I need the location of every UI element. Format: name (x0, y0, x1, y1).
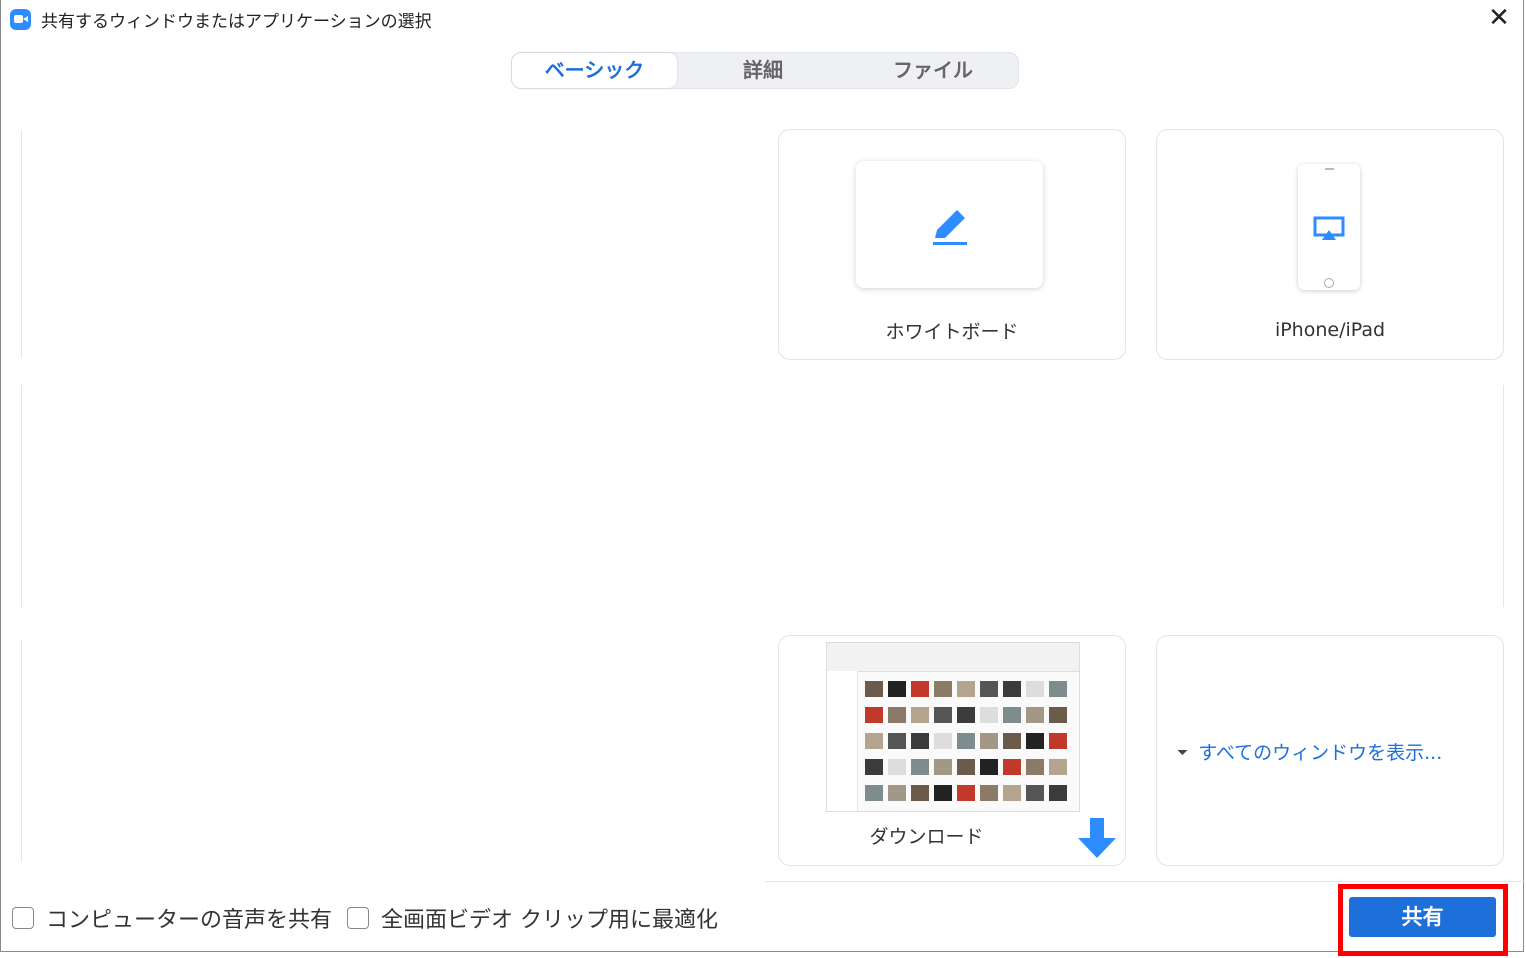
share-audio-checkbox[interactable] (12, 907, 34, 929)
tab-basic[interactable]: ベーシック (512, 53, 677, 88)
show-all-label: すべてのウィンドウを表示... (1198, 742, 1443, 764)
file-thumbnail (1049, 785, 1067, 801)
title-bar: 共有するウィンドウまたはアプリケーションの選択 ✕ (1, 0, 1525, 36)
file-thumbnail (1049, 681, 1067, 697)
file-thumbnail (957, 733, 975, 749)
arrow-down-icon (1078, 818, 1116, 858)
window-title: 共有するウィンドウまたはアプリケーションの選択 (41, 12, 432, 32)
downloads-thumbnail (826, 642, 1080, 812)
close-icon[interactable]: ✕ (1485, 4, 1513, 32)
empty-slot (21, 385, 22, 607)
file-thumbnail (865, 785, 883, 801)
file-thumbnail (1026, 733, 1044, 749)
whiteboard-preview (856, 161, 1043, 288)
file-thumbnail (980, 733, 998, 749)
file-thumbnail (911, 681, 929, 697)
file-thumbnail (1026, 707, 1044, 723)
zoom-camera-icon (10, 9, 31, 30)
file-thumbnail (888, 707, 906, 723)
file-thumbnail (934, 759, 952, 775)
file-thumbnail (865, 681, 883, 697)
file-thumbnail (980, 707, 998, 723)
file-thumbnail (888, 733, 906, 749)
optimize-video-checkbox[interactable] (347, 907, 369, 929)
show-all-windows-card[interactable]: ⏷ すべてのウィンドウを表示... (1156, 635, 1504, 866)
optimize-video-label: 全画面ビデオ クリップ用に最適化 (381, 908, 718, 933)
file-thumbnail (934, 733, 952, 749)
file-thumbnail (1026, 681, 1044, 697)
file-thumbnail (865, 707, 883, 723)
share-tabs: ベーシック 詳細 ファイル (511, 52, 1019, 89)
file-thumbnail (911, 759, 929, 775)
file-thumbnail (957, 681, 975, 697)
empty-slot (21, 640, 22, 862)
phone-preview (1298, 164, 1360, 290)
file-thumbnail (1003, 785, 1021, 801)
share-window: 共有するウィンドウまたはアプリケーションの選択 ✕ ベーシック 詳細 ファイル … (0, 0, 1525, 952)
file-thumbnail (888, 785, 906, 801)
file-thumbnail (865, 759, 883, 775)
downloads-label: ダウンロード (869, 826, 984, 848)
file-thumbnail (1003, 733, 1021, 749)
file-thumbnail (980, 681, 998, 697)
file-thumbnail (888, 759, 906, 775)
file-thumbnail (1049, 759, 1067, 775)
footer-divider (765, 881, 1525, 882)
optimize-video-option[interactable]: 全画面ビデオ クリップ用に最適化 (347, 900, 718, 936)
iphone-ipad-label: iPhone/iPad (1274, 319, 1386, 341)
file-thumbnail (911, 733, 929, 749)
file-thumbnail (980, 759, 998, 775)
file-thumbnail (1003, 681, 1021, 697)
file-thumbnail (888, 681, 906, 697)
tab-advanced[interactable]: 詳細 (678, 53, 848, 88)
file-thumbnail (911, 707, 929, 723)
pencil-icon (933, 210, 967, 245)
whiteboard-card[interactable]: ホワイトボード (778, 129, 1126, 360)
file-thumbnail (865, 733, 883, 749)
file-thumbnail (911, 785, 929, 801)
file-thumbnail (1026, 759, 1044, 775)
whiteboard-label: ホワイトボード (885, 321, 1019, 343)
share-button[interactable]: 共有 (1349, 897, 1496, 937)
double-chevron-down-icon: ⏷ (1177, 745, 1189, 761)
file-thumbnail (1003, 707, 1021, 723)
show-all-windows-link[interactable]: ⏷ すべてのウィンドウを表示... (1177, 738, 1442, 765)
file-thumbnail (957, 785, 975, 801)
file-thumbnail (1026, 785, 1044, 801)
file-thumbnail (1049, 707, 1067, 723)
share-audio-option[interactable]: コンピューターの音声を共有 (12, 900, 332, 936)
file-thumbnail (934, 707, 952, 723)
empty-slot (21, 130, 22, 358)
file-thumbnail (1049, 733, 1067, 749)
empty-slot (1503, 385, 1504, 607)
downloads-window-card[interactable]: ダウンロード (778, 635, 1126, 866)
share-audio-label: コンピューターの音声を共有 (46, 908, 333, 933)
file-thumbnail (957, 707, 975, 723)
file-thumbnail (1003, 759, 1021, 775)
file-thumbnail (980, 785, 998, 801)
file-thumbnail (957, 759, 975, 775)
airplay-icon (1313, 216, 1345, 240)
iphone-ipad-card[interactable]: iPhone/iPad (1156, 129, 1504, 360)
tab-files[interactable]: ファイル (848, 53, 1018, 88)
file-thumbnail (934, 681, 952, 697)
file-thumbnail (934, 785, 952, 801)
